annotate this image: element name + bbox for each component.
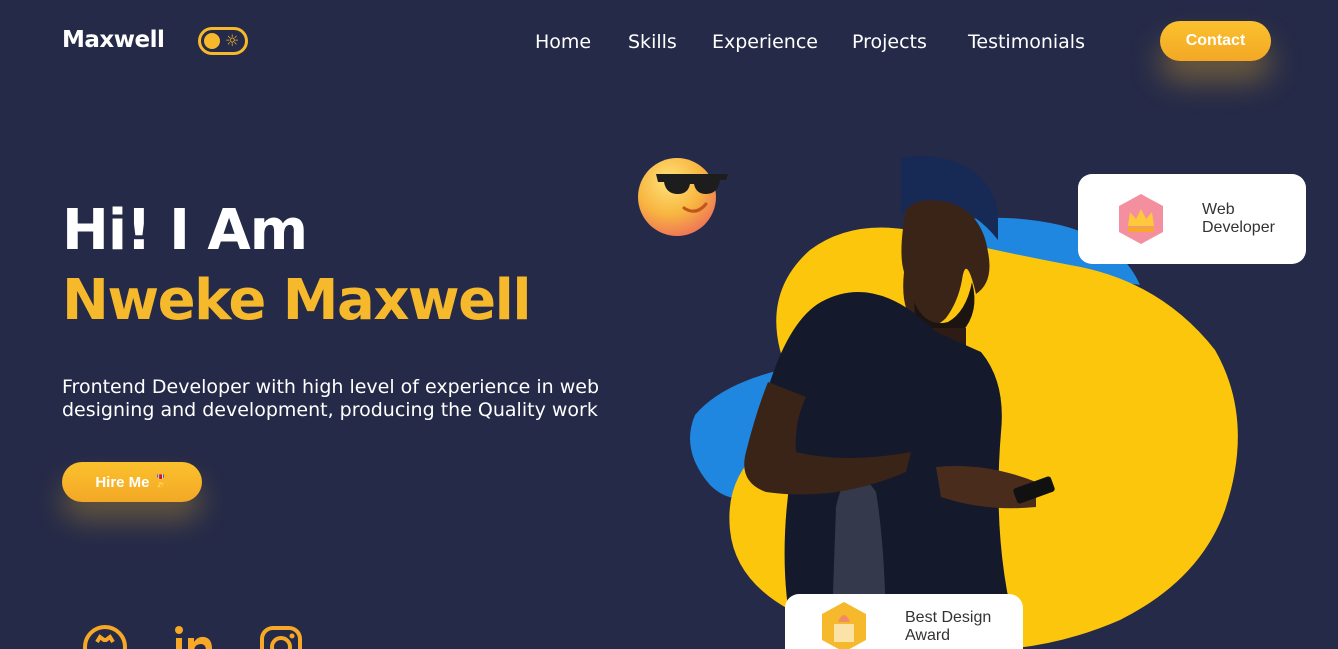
nav-home[interactable]: Home (535, 31, 591, 53)
crown-icon (1119, 194, 1163, 244)
nav-experience[interactable]: Experience (712, 31, 818, 53)
web-developer-label: Web Developer (1202, 201, 1275, 236)
linkedin-icon[interactable] (170, 624, 216, 649)
page: Maxwell ☼ Home Skills Experience Project… (0, 0, 1338, 649)
hero-name: Nweke Maxwell (62, 268, 532, 333)
sun-icon: ☼ (225, 31, 240, 50)
hire-me-button[interactable]: Hire Me 🎖️ (62, 462, 202, 502)
hire-me-label: Hire Me (95, 473, 150, 491)
greeting: Hi! I Am (62, 198, 308, 263)
award-badge-icon (822, 602, 866, 649)
cool-emoji-icon (638, 158, 728, 236)
web-developer-card: Web Developer (1078, 174, 1306, 264)
theme-toggle[interactable]: ☼ (198, 27, 248, 55)
nav-projects[interactable]: Projects (852, 31, 927, 53)
toggle-knob (204, 33, 220, 49)
social-links (82, 624, 304, 649)
medal-icon: 🎖️ (152, 474, 169, 489)
portrait-photo (744, 156, 1055, 649)
instagram-icon[interactable] (258, 624, 304, 649)
contact-button[interactable]: Contact (1160, 21, 1271, 61)
github-icon[interactable] (82, 624, 128, 649)
logo[interactable]: Maxwell (62, 27, 165, 53)
best-design-award-label: Best Design Award (905, 609, 992, 644)
hero-description: Frontend Developer with high level of ex… (62, 376, 600, 421)
nav-skills[interactable]: Skills (628, 31, 677, 53)
best-design-award-card: Best Design Award (785, 594, 1023, 649)
nav-testimonials[interactable]: Testimonials (968, 31, 1085, 53)
